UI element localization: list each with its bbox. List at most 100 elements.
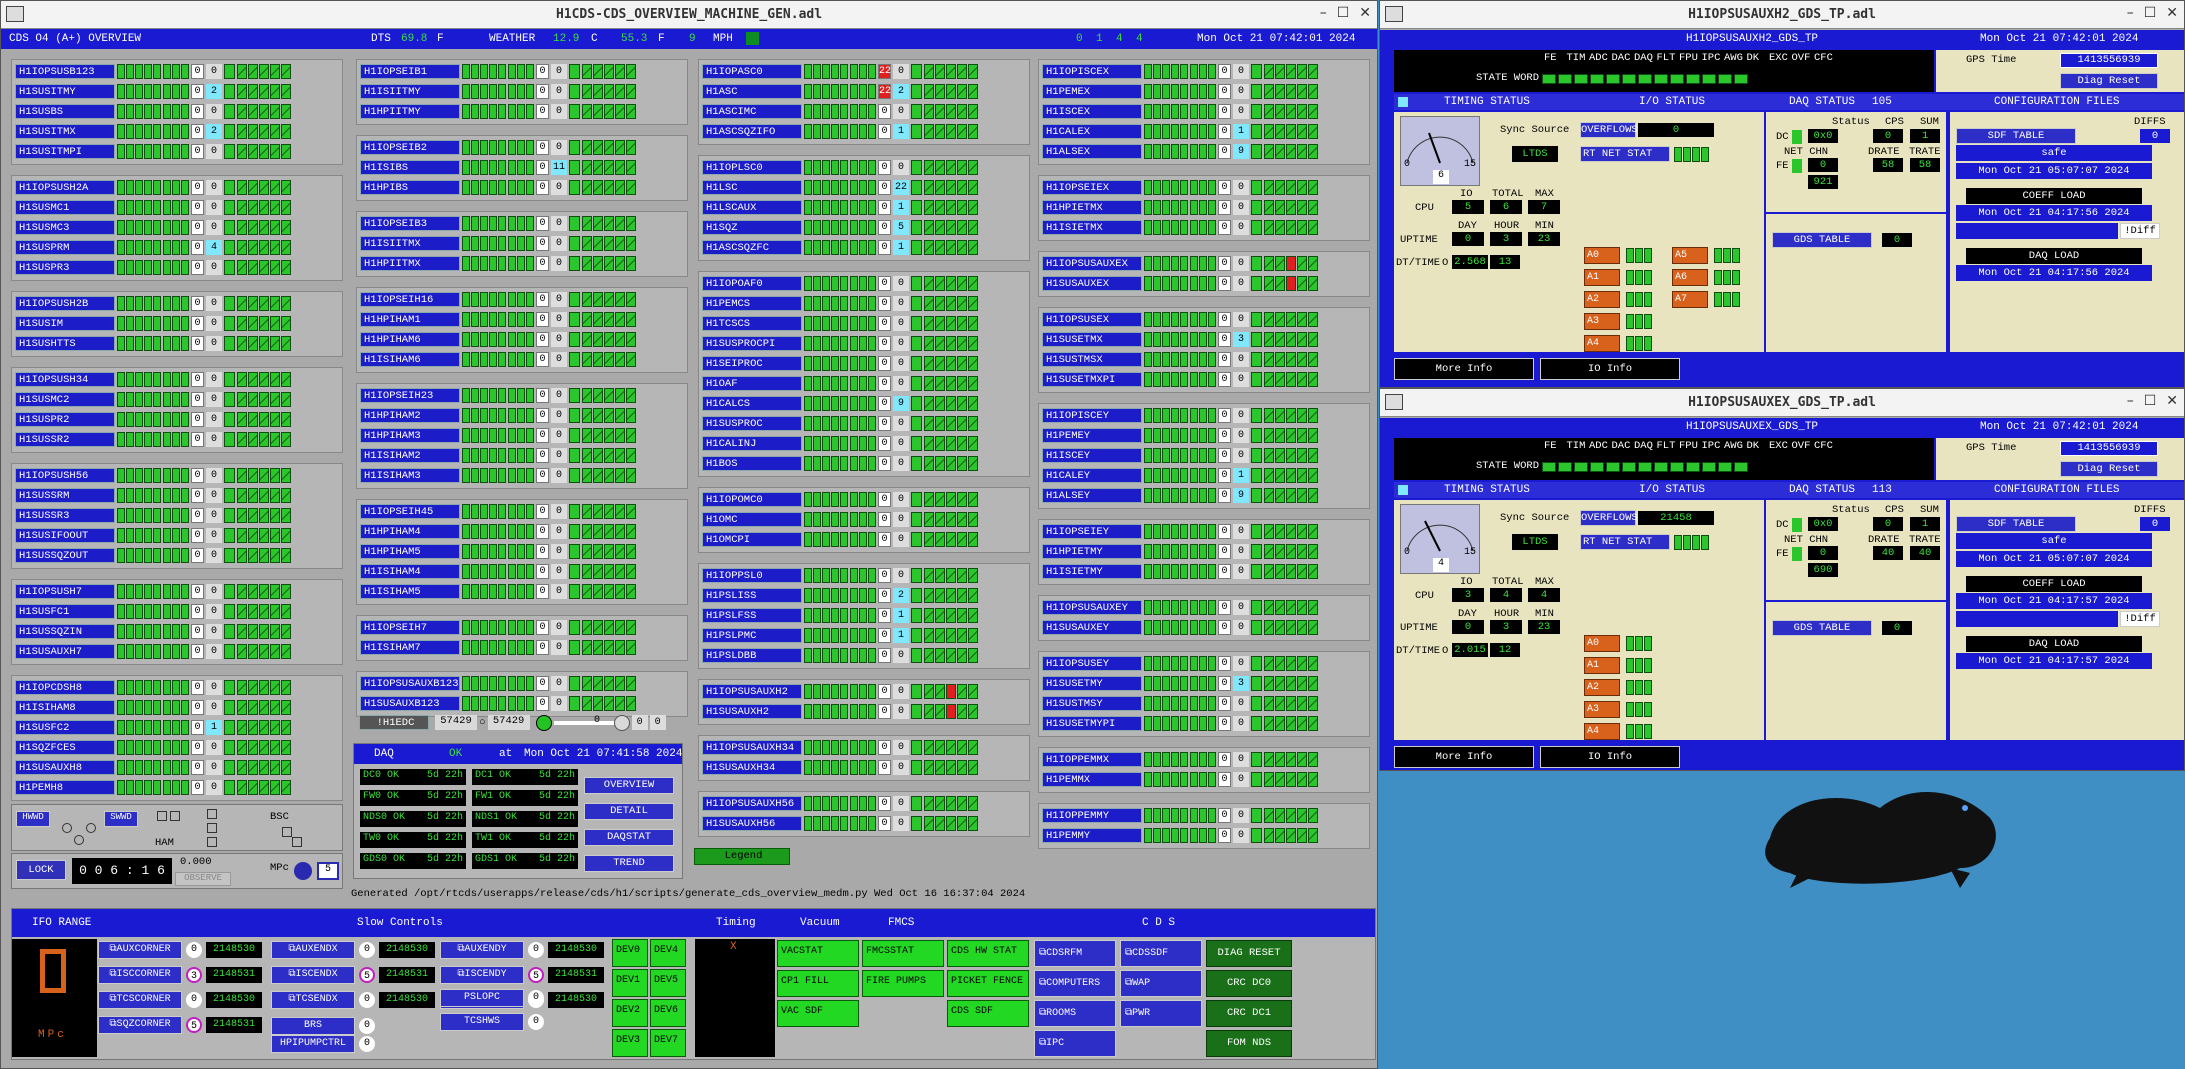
model-label[interactable]: H1HPIBS bbox=[360, 180, 460, 195]
model-label[interactable]: H1ISIETMX bbox=[1042, 220, 1142, 235]
model-label[interactable]: H1HPIETMX bbox=[1042, 200, 1142, 215]
adc-button[interactable]: A7 bbox=[1672, 291, 1708, 308]
slow-control-button[interactable]: PSLOPC bbox=[440, 989, 524, 1007]
rt-net-stat-button[interactable]: RT NET STAT bbox=[1580, 146, 1670, 162]
dev-button[interactable]: DEV1 bbox=[612, 969, 648, 997]
edc-slider-knob[interactable] bbox=[613, 714, 630, 731]
model-label[interactable]: H1SUSITMPI bbox=[15, 144, 115, 159]
model-label[interactable]: H1IOPSUSAUXH2 bbox=[702, 684, 802, 699]
dev-button[interactable]: DEV4 bbox=[650, 939, 686, 967]
model-label[interactable]: H1IOPSEIB3 bbox=[360, 216, 460, 231]
rt-net-stat-button[interactable]: RT NET STAT bbox=[1580, 534, 1670, 550]
model-label[interactable]: H1SUSAUXH7 bbox=[15, 644, 115, 659]
model-label[interactable]: H1ALSEX bbox=[1042, 144, 1142, 159]
slow-control-button[interactable]: ⧉ISCENDY bbox=[440, 966, 524, 984]
model-label[interactable]: H1ISIHAM4 bbox=[360, 564, 460, 579]
model-label[interactable]: H1PSLISS bbox=[702, 588, 802, 603]
cds-button[interactable]: ⧉IPC bbox=[1034, 1030, 1116, 1057]
model-label[interactable]: H1IOPSUSAUXEX bbox=[1042, 256, 1142, 271]
slow-control-button[interactable]: ⧉ISCENDX bbox=[271, 966, 355, 984]
cds_hw-button[interactable]: CDS SDF bbox=[947, 1000, 1029, 1027]
adc-button[interactable]: A1 bbox=[1584, 269, 1620, 286]
model-label[interactable]: H1SUSFC1 bbox=[15, 604, 115, 619]
minimize-icon[interactable]: – bbox=[2127, 5, 2134, 21]
model-label[interactable]: H1IOPCDSH8 bbox=[15, 680, 115, 695]
slow-control-button[interactable]: ⧉SQZCORNER bbox=[98, 1016, 182, 1034]
hwwd-button[interactable]: HWWD bbox=[16, 811, 50, 827]
model-label[interactable]: H1ISIITMY bbox=[360, 84, 460, 99]
model-label[interactable]: H1ISCEX bbox=[1042, 104, 1142, 119]
cds-button[interactable]: ⧉CDSSDF bbox=[1120, 940, 1202, 967]
overflows-button[interactable]: OVERFLOWS bbox=[1580, 122, 1638, 138]
model-label[interactable]: H1SQZ bbox=[702, 220, 802, 235]
io-info-button[interactable]: IO Info bbox=[1540, 358, 1680, 380]
dev-button[interactable]: DEV3 bbox=[612, 1029, 648, 1057]
model-label[interactable]: H1CALCS bbox=[702, 396, 802, 411]
overview-button[interactable]: OVERVIEW bbox=[584, 777, 674, 794]
model-label[interactable]: H1SUSTMSY bbox=[1042, 696, 1142, 711]
minimize-icon[interactable]: – bbox=[2127, 393, 2134, 409]
overflows-button[interactable]: OVERFLOWS bbox=[1580, 510, 1638, 526]
swwd-button[interactable]: SWWD bbox=[104, 811, 138, 827]
model-label[interactable]: H1SUSSQZOUT bbox=[15, 548, 115, 563]
adc-button[interactable]: A2 bbox=[1584, 291, 1620, 308]
daqstat-button[interactable]: DAQSTAT bbox=[584, 829, 674, 846]
adc-button[interactable]: A6 bbox=[1672, 269, 1708, 286]
slow-control-button[interactable]: ⧉TCSENDX bbox=[271, 991, 355, 1009]
model-label[interactable]: H1CALINJ bbox=[702, 436, 802, 451]
gds-titlebar[interactable]: H1IOPSUSAUXH2_GDS_TP.adl – ☐ ✕ bbox=[1380, 1, 2184, 29]
model-label[interactable]: H1SUSAUXH2 bbox=[702, 704, 802, 719]
model-label[interactable]: H1SUSMC2 bbox=[15, 392, 115, 407]
model-label[interactable]: H1IOPLSC0 bbox=[702, 160, 802, 175]
model-label[interactable]: H1HPIETMY bbox=[1042, 544, 1142, 559]
gds-table-button[interactable]: GDS TABLE bbox=[1772, 232, 1872, 248]
model-label[interactable]: H1SUSPROC bbox=[702, 416, 802, 431]
vacuum-button[interactable]: VACSTAT bbox=[777, 940, 859, 967]
model-label[interactable]: H1ISCEY bbox=[1042, 448, 1142, 463]
slow-control-button[interactable]: BRS bbox=[271, 1017, 355, 1035]
model-label[interactable]: H1SUSAUXEY bbox=[1042, 620, 1142, 635]
model-label[interactable]: H1PEMEX bbox=[1042, 84, 1142, 99]
model-label[interactable]: H1ISIHAM8 bbox=[15, 700, 115, 715]
model-label[interactable]: H1SUSITMX bbox=[15, 124, 115, 139]
model-label[interactable]: H1LSCAUX bbox=[702, 200, 802, 215]
cds-button[interactable]: ⧉CDSRFM bbox=[1034, 940, 1116, 967]
model-label[interactable]: H1IOPSUSAUXB123 bbox=[360, 676, 460, 691]
model-label[interactable]: H1SUSAUXH34 bbox=[702, 760, 802, 775]
model-label[interactable]: H1CALEY bbox=[1042, 468, 1142, 483]
model-label[interactable]: H1SUSSQZIN bbox=[15, 624, 115, 639]
gds-table-button[interactable]: GDS TABLE bbox=[1772, 620, 1872, 636]
model-label[interactable]: H1SUSFC2 bbox=[15, 720, 115, 735]
adc-button[interactable]: A2 bbox=[1584, 679, 1620, 696]
model-label[interactable]: H1ISIBS bbox=[360, 160, 460, 175]
adc-button[interactable]: A4 bbox=[1584, 723, 1620, 740]
more-info-button[interactable]: More Info bbox=[1394, 746, 1534, 768]
detail-button[interactable]: DETAIL bbox=[584, 803, 674, 820]
adc-button[interactable]: A5 bbox=[1672, 247, 1708, 264]
maximize-icon[interactable]: ☐ bbox=[2144, 393, 2157, 409]
maximize-icon[interactable]: ☐ bbox=[2144, 5, 2157, 21]
cds-button[interactable]: ⧉ROOMS bbox=[1034, 1000, 1116, 1027]
cds-button[interactable]: ⧉WAP bbox=[1120, 970, 1202, 997]
dev-button[interactable]: DEV0 bbox=[612, 939, 648, 967]
model-label[interactable]: H1HPIHAM4 bbox=[360, 524, 460, 539]
model-label[interactable]: H1SQZFCES bbox=[15, 740, 115, 755]
model-label[interactable]: H1PEMEY bbox=[1042, 428, 1142, 443]
model-label[interactable]: H1HPIITMY bbox=[360, 104, 460, 119]
model-label[interactable]: H1ALSEY bbox=[1042, 488, 1142, 503]
model-label[interactable]: H1IOPSEIH7 bbox=[360, 620, 460, 635]
model-label[interactable]: H1SUSSRM bbox=[15, 488, 115, 503]
model-label[interactable]: H1ISIHAM3 bbox=[360, 468, 460, 483]
model-label[interactable]: H1IOPSUSH2A bbox=[15, 180, 115, 195]
gds-titlebar[interactable]: H1IOPSUSAUXEX_GDS_TP.adl – ☐ ✕ bbox=[1380, 389, 2184, 417]
model-label[interactable]: H1IOPOMC0 bbox=[702, 492, 802, 507]
model-label[interactable]: H1SUSETMY bbox=[1042, 676, 1142, 691]
diag-reset-button[interactable]: Diag Reset bbox=[2060, 73, 2158, 89]
model-label[interactable]: H1SUSTMSX bbox=[1042, 352, 1142, 367]
close-icon[interactable]: ✕ bbox=[2166, 5, 2178, 21]
model-label[interactable]: H1SUSAUXB123 bbox=[360, 696, 460, 711]
model-label[interactable]: H1IOPSEIB2 bbox=[360, 140, 460, 155]
slow-control-button[interactable]: ⧉ISCCORNER bbox=[98, 966, 182, 984]
model-label[interactable]: H1SUSAUXEX bbox=[1042, 276, 1142, 291]
dev-button[interactable]: DEV5 bbox=[650, 969, 686, 997]
